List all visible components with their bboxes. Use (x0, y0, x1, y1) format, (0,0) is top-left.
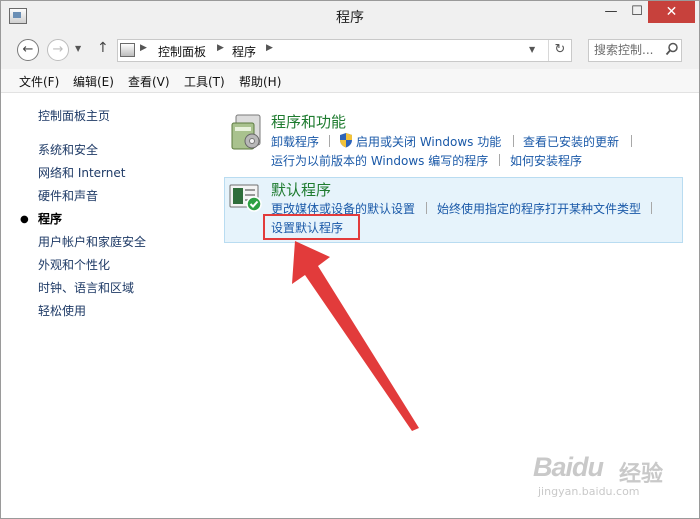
annotation-highlight-box (263, 214, 360, 240)
current-item-bullet-icon: ● (20, 214, 29, 225)
view-installed-updates-link[interactable]: 查看已安装的更新 (523, 133, 619, 150)
nav-appearance[interactable]: 外观和个性化 (38, 256, 110, 273)
link-separator (631, 135, 632, 147)
maximize-button[interactable]: ☐ (624, 1, 650, 23)
breadcrumb-separator-icon[interactable]: ▶ (140, 43, 147, 53)
address-bar[interactable]: ▶ 控制面板 ▶ 程序 ▶ ▼ ↻ (117, 39, 572, 62)
link-separator (329, 135, 330, 147)
nav-programs-current: 程序 (38, 212, 63, 226)
explorer-window: 程序 — ☐ ✕ ← → ▼ ↑ ▶ 控制面板 ▶ 程序 ▶ ▼ ↻ 搜索控制.… (0, 0, 700, 519)
nav-system-security[interactable]: 系统和安全 (38, 141, 98, 158)
programs-features-title[interactable]: 程序和功能 (271, 111, 346, 132)
breadcrumb-programs[interactable]: 程序 (232, 43, 256, 60)
watermark-brand-cn: 经验 (619, 461, 664, 486)
menu-bar: 文件(F) 编辑(E) 查看(V) 工具(T) 帮助(H) (1, 69, 699, 93)
run-older-programs-link[interactable]: 运行为以前版本的 Windows 编写的程序 (271, 152, 488, 169)
breadcrumb-control-panel[interactable]: 控制面板 (158, 43, 206, 60)
window-title: 程序 (336, 10, 364, 26)
breadcrumb-separator-icon[interactable]: ▶ (266, 43, 273, 53)
search-input[interactable] (589, 40, 666, 59)
turn-windows-features-link[interactable]: 启用或关闭 Windows 功能 (356, 133, 501, 150)
baidu-jingyan-watermark: Baidu 经验 jingyan.baidu.com (533, 452, 673, 508)
nav-clock-language-region[interactable]: 时钟、语言和区域 (38, 279, 134, 296)
uninstall-program-link[interactable]: 卸载程序 (271, 133, 319, 150)
nav-control-panel-home[interactable]: 控制面板主页 (38, 107, 110, 124)
address-history-dropdown[interactable]: ▼ (529, 45, 535, 54)
search-box[interactable] (588, 39, 682, 62)
refresh-button[interactable]: ↻ (548, 40, 571, 61)
search-icon[interactable] (665, 42, 679, 56)
title-bar: 程序 — ☐ ✕ (1, 1, 699, 31)
link-separator (513, 135, 514, 147)
chevron-down-icon: ▼ (75, 44, 82, 53)
close-button[interactable]: ✕ (648, 1, 695, 23)
watermark-brand: Baidu (533, 452, 604, 482)
link-separator (499, 154, 500, 166)
address-toolbar: ← → ▼ ↑ ▶ 控制面板 ▶ 程序 ▶ ▼ ↻ (1, 31, 699, 69)
menu-file[interactable]: 文件(F) (19, 73, 59, 90)
back-button[interactable]: ← (17, 39, 39, 61)
watermark-url: jingyan.baidu.com (538, 485, 640, 498)
uac-shield-icon (340, 133, 352, 148)
control-panel-icon (120, 43, 135, 57)
forward-button[interactable]: → (47, 39, 69, 61)
how-to-install-link[interactable]: 如何安装程序 (510, 152, 582, 169)
default-programs-title[interactable]: 默认程序 (271, 179, 331, 200)
nav-hardware-sound[interactable]: 硬件和声音 (38, 187, 98, 204)
default-programs-icon[interactable] (229, 183, 263, 213)
minimize-button[interactable]: — (598, 1, 624, 23)
programs-features-icon[interactable] (230, 113, 264, 151)
arrow-left-icon: ← (22, 42, 34, 57)
nav-network-internet[interactable]: 网络和 Internet (38, 164, 125, 181)
refresh-icon: ↻ (554, 42, 566, 57)
link-separator (426, 202, 427, 214)
arrow-right-icon: → (52, 42, 64, 57)
nav-ease-of-access[interactable]: 轻松使用 (38, 302, 86, 319)
recent-locations-dropdown[interactable]: ▼ (75, 44, 81, 53)
menu-edit[interactable]: 编辑(E) (73, 73, 114, 90)
always-open-file-type-link[interactable]: 始终使用指定的程序打开某种文件类型 (437, 200, 641, 217)
up-button[interactable]: ↑ (97, 40, 109, 56)
menu-tools[interactable]: 工具(T) (184, 73, 225, 90)
breadcrumb-separator-icon[interactable]: ▶ (217, 43, 224, 53)
menu-view[interactable]: 查看(V) (128, 73, 170, 90)
arrow-up-icon: ↑ (97, 40, 109, 56)
link-separator (651, 202, 652, 214)
nav-user-accounts[interactable]: 用户帐户和家庭安全 (38, 233, 146, 250)
menu-help[interactable]: 帮助(H) (239, 73, 281, 90)
